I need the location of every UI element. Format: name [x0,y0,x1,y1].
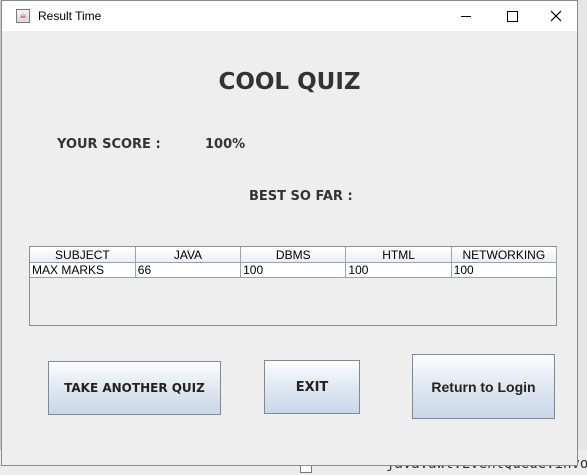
column-header-dbms[interactable]: DBMS [240,247,347,263]
column-header-java[interactable]: JAVA [134,247,242,263]
column-header-html[interactable]: HTML [345,247,452,263]
maximize-icon [506,10,518,22]
result-window: ☕ Result Time COOL QUIZ YOUR SCORE : 100… [1,0,578,466]
close-icon [550,10,562,22]
best-so-far-label: BEST SO FAR : [249,189,353,204]
java-icon: ☕ [16,9,30,23]
title-bar[interactable]: ☕ Result Time [2,1,577,31]
column-header-subject[interactable]: SUBJECT [30,247,136,263]
quiz-title: COOL QUIZ [218,69,361,95]
close-button[interactable] [533,1,579,31]
maximize-button[interactable] [489,1,535,31]
background-ide-edge [578,0,587,475]
return-to-login-button[interactable]: Return to Login [412,354,555,419]
table-cell[interactable]: 66 [134,262,242,278]
score-value: 100% [205,137,246,152]
take-another-quiz-button[interactable]: TAKE ANOTHER QUIZ [48,361,221,415]
table-cell[interactable]: 100 [450,262,558,278]
table-row[interactable]: MAX MARKS 66 100 100 100 [30,262,558,278]
minimize-icon [461,15,471,17]
score-label: YOUR SCORE : [57,137,161,152]
table-cell[interactable]: MAX MARKS [30,262,136,278]
table-cell[interactable]: 100 [345,262,452,278]
window-content: COOL QUIZ YOUR SCORE : 100% BEST SO FAR … [2,31,577,467]
table-header-row: SUBJECT JAVA DBMS HTML NETWORKING [30,247,558,263]
results-table[interactable]: SUBJECT JAVA DBMS HTML NETWORKING MAX MA… [30,247,558,278]
table-cell[interactable]: 100 [240,262,347,278]
exit-button[interactable]: EXIT [264,360,360,414]
results-table-panel[interactable]: SUBJECT JAVA DBMS HTML NETWORKING MAX MA… [29,246,558,326]
minimize-button[interactable] [443,1,489,31]
column-header-networking[interactable]: NETWORKING [450,247,558,263]
window-title: Result Time [38,9,102,23]
